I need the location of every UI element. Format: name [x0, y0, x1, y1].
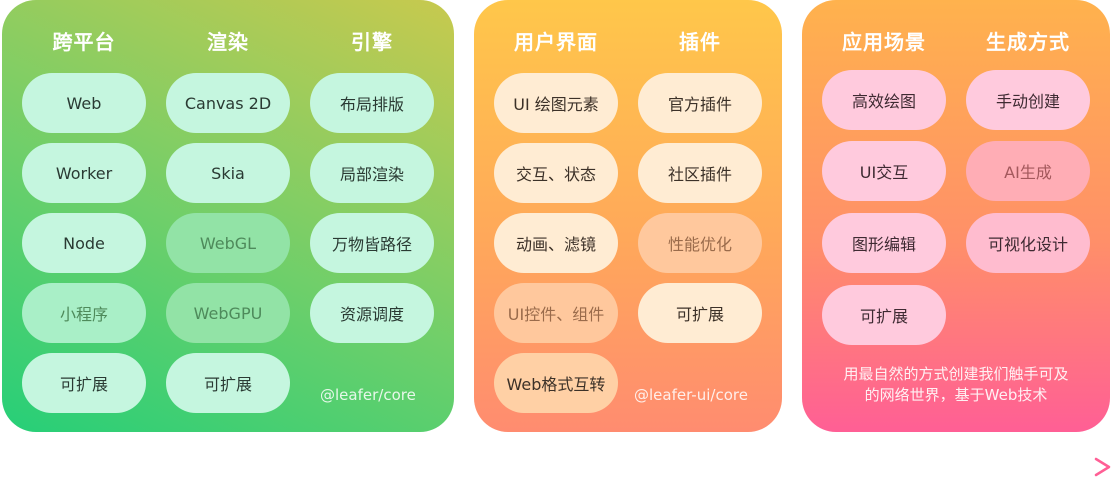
heading-user-interface: 用户界面: [514, 30, 598, 54]
pill-worker[interactable]: Worker: [22, 143, 146, 203]
pill-animation-filter[interactable]: 动画、滤镜: [494, 213, 618, 273]
pill-manual-create[interactable]: 手动创建: [966, 70, 1090, 130]
heading-cross-platform: 跨平台: [52, 30, 116, 54]
heading-plugins: 插件: [679, 30, 721, 54]
slogan-line-1: 用最自然的方式创建我们触手可及: [843, 365, 1069, 383]
package-tag-leafer-ui-core: @leafer-ui/core: [634, 386, 748, 404]
pill-community-plugins[interactable]: 社区插件: [638, 143, 762, 203]
pill-canvas2d[interactable]: Canvas 2D: [166, 73, 290, 133]
flow-arrow-icon: [0, 457, 1111, 477]
pill-render-extensible[interactable]: 可扩展: [166, 353, 290, 413]
pill-webgl[interactable]: WebGL: [166, 213, 290, 273]
slogan: 用最自然的方式创建我们触手可及 的网络世界，基于Web技术: [818, 364, 1094, 406]
pill-performance[interactable]: 性能优化: [638, 213, 762, 273]
pill-layout[interactable]: 布局排版: [310, 73, 434, 133]
pill-skia[interactable]: Skia: [166, 143, 290, 203]
pill-scenes-extensible[interactable]: 可扩展: [822, 285, 946, 345]
pill-mini-program[interactable]: 小程序: [22, 283, 146, 343]
pill-node[interactable]: Node: [22, 213, 146, 273]
pill-efficient-drawing[interactable]: 高效绘图: [822, 70, 946, 130]
pill-web[interactable]: Web: [22, 73, 146, 133]
heading-render: 渲染: [207, 30, 249, 54]
pill-ui-controls[interactable]: UI控件、组件: [494, 283, 618, 343]
pill-platform-extensible[interactable]: 可扩展: [22, 353, 146, 413]
pill-official-plugins[interactable]: 官方插件: [638, 73, 762, 133]
heading-generation: 生成方式: [986, 30, 1070, 54]
pill-ai-generate[interactable]: AI生成: [966, 141, 1090, 201]
pill-graphic-editing[interactable]: 图形编辑: [822, 213, 946, 273]
heading-engine: 引擎: [351, 30, 393, 54]
pill-ui-interaction[interactable]: UI交互: [822, 141, 946, 201]
pill-webgpu[interactable]: WebGPU: [166, 283, 290, 343]
heading-scenarios: 应用场景: [842, 30, 926, 54]
pill-partial-render[interactable]: 局部渲染: [310, 143, 434, 203]
pill-everything-path[interactable]: 万物皆路径: [310, 213, 434, 273]
package-tag-leafer-core: @leafer/core: [320, 386, 416, 404]
pill-web-format[interactable]: Web格式互转: [494, 353, 618, 413]
pill-plugins-extensible[interactable]: 可扩展: [638, 283, 762, 343]
pill-resource-schedule[interactable]: 资源调度: [310, 283, 434, 343]
slogan-line-2: 的网络世界，基于Web技术: [864, 386, 1048, 404]
pill-ui-elements[interactable]: UI 绘图元素: [494, 73, 618, 133]
pill-interaction-state[interactable]: 交互、状态: [494, 143, 618, 203]
pill-visual-design[interactable]: 可视化设计: [966, 213, 1090, 273]
